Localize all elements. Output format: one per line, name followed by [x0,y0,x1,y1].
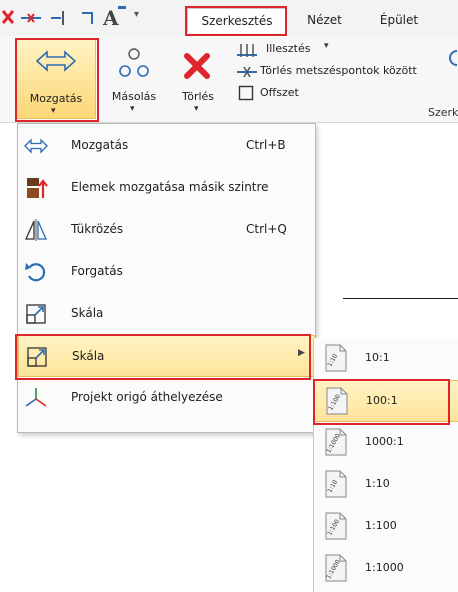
move-level-icon [27,178,48,198]
page-scale-icon: 1:100 [326,387,348,415]
page-scale-icon: 1:100 [325,512,347,540]
menu-item-label: Elemek mozgatása másik szintre [71,180,269,194]
submenu-item-1-100[interactable]: 1:100 1:100 [314,506,458,548]
submenu-item-100-1[interactable]: 1:100 100:1 [314,380,458,422]
trim-icon[interactable] [20,12,42,24]
page-scale-icon: 1:10 [325,344,347,372]
menu-item-shortcut: Ctrl+Q [246,222,287,236]
menu-item-skala[interactable]: Skála [18,293,315,335]
menu-item-skala-submenu[interactable]: Skála ▶ [18,335,315,377]
menu-item-label: Tükrözés [71,222,124,236]
move-button[interactable]: Mozgatás ▾ [16,39,96,119]
submenu-item-label: 10:1 [365,351,390,364]
text-bar-icon [118,6,126,9]
tab-label: Nézet [307,13,342,27]
chevron-down-icon: ▾ [130,104,135,114]
extend-icon[interactable] [49,9,67,27]
qat-dropdown-icon[interactable]: ▾ [134,9,139,20]
tab-nezet[interactable]: Nézet [297,8,352,32]
move-arrows-icon [24,138,48,154]
page-scale-icon: 1:10 [325,470,347,498]
delete-button[interactable]: Törlés ▾ [172,39,224,119]
chevron-down-icon: ▾ [194,104,199,114]
page-scale-icon: 1:1000 [325,428,347,456]
ribbon-group-label: Szerk [428,106,458,119]
submenu-item-label: 1:100 [365,519,397,532]
move-dropdown-menu: Mozgatás Ctrl+B Elemek mozgatása másik s… [17,123,316,433]
copy-button-label: Másolás [111,90,157,103]
submenu-item-label: 100:1 [366,394,398,407]
align-icon [237,44,257,57]
delete-between-label: Törlés metszéspontok között [260,64,417,77]
drawn-line [343,298,458,299]
copy-circles-icon [119,48,149,77]
tab-epulet[interactable]: Épület [369,8,429,32]
submenu-item-label: 1:10 [365,477,390,490]
offset-button[interactable]: Offszet [236,83,356,103]
submenu-item-label: 1:1000 [365,561,404,574]
mirror-icon [24,219,48,241]
origin-axes-icon [25,388,47,407]
tab-label: Szerkesztés [201,14,273,28]
menu-item-forgatas[interactable]: Forgatás [18,251,315,293]
menu-item-project-origin[interactable]: Projekt origó áthelyezése [18,377,315,419]
scale-submenu: 1:10 10:1 1:100 100:1 1:1000 1000:1 1:10… [313,338,458,592]
partial-tool-icon [449,50,457,66]
tab-label: Épület [379,13,419,27]
submenu-item-1-10[interactable]: 1:10 1:10 [314,464,458,506]
menu-item-label: Skála [72,349,105,363]
menu-item-tukrozes[interactable]: Tükrözés Ctrl+Q [18,209,315,251]
delete-button-label: Törlés [181,90,215,103]
chevron-down-icon: ▾ [324,41,329,51]
align-label: Illesztés [266,42,311,55]
scale-icon [26,304,46,324]
copy-button[interactable]: Másolás ▾ [106,39,162,119]
ribbon-panel: Mozgatás ▾ Másolás ▾ Törlés ▾ Illesztés … [0,36,458,123]
submenu-item-1-1000[interactable]: 1:1000 1:1000 [314,548,458,590]
menu-item-move-to-level[interactable]: Elemek mozgatása másik szintre [18,167,315,209]
offset-icon [238,85,254,101]
move-button-label: Mozgatás [29,92,83,105]
menu-item-label: Mozgatás [71,138,129,152]
submenu-item-1000-1[interactable]: 1:1000 1000:1 [314,422,458,464]
move-arrows-icon [35,50,77,72]
menu-item-mozgatas[interactable]: Mozgatás Ctrl+B [18,125,315,167]
chevron-right-icon: ▶ [298,348,305,358]
delete-x-icon[interactable] [2,10,14,24]
menu-item-shortcut: Ctrl+B [246,138,286,152]
menu-item-label: Forgatás [71,264,123,278]
submenu-item-label: 1000:1 [365,435,404,448]
text-icon[interactable]: A [103,6,119,30]
trim-icon [237,66,257,78]
delete-between-intersections-button[interactable]: Törlés metszéspontok között [236,62,446,82]
rotate-icon [25,263,46,282]
tab-szerkesztes[interactable]: Szerkesztés [187,8,287,33]
page-scale-icon: 1:1000 [325,554,347,582]
submenu-item-10-1[interactable]: 1:10 10:1 [314,338,458,380]
delete-x-icon [184,53,210,79]
scale-icon [27,347,47,367]
menu-item-label: Skála [71,306,104,320]
chevron-down-icon: ▾ [51,106,56,116]
offset-label: Offszet [260,86,299,99]
menu-item-label: Projekt origó áthelyezése [71,390,223,404]
corner-icon[interactable] [80,10,96,26]
quick-access-toolbar: A ▾ Szerkesztés Nézet Épület [0,0,458,36]
align-button[interactable]: Illesztés ▾ [236,40,436,60]
